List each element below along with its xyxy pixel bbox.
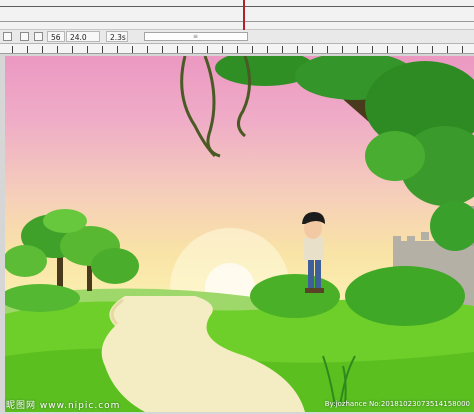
animation-stage[interactable] xyxy=(5,56,474,412)
stage-ruler xyxy=(0,44,474,54)
current-frame-field[interactable]: 56 xyxy=(47,31,65,42)
left-tree-cluster xyxy=(5,209,139,291)
timeline-row-line xyxy=(0,21,474,22)
timeline-row-line xyxy=(0,6,474,7)
watermark-left: 昵图网 www.nipic.com xyxy=(6,401,121,411)
cartoon-scene xyxy=(5,56,474,412)
bush xyxy=(345,266,465,326)
watermark-right: By:jozhance No:20181023073514158000 xyxy=(324,400,470,408)
timeline-layers[interactable] xyxy=(0,0,474,30)
scrollbar-grip-icon[interactable]: ≡ xyxy=(193,33,199,40)
timeline-scrollbar[interactable]: ≡ xyxy=(144,32,248,41)
onion-skin-icon[interactable] xyxy=(3,32,12,41)
playhead[interactable] xyxy=(243,0,245,30)
timeline-toolbar: 56 24.0 fps 2.3s ≡ xyxy=(0,30,474,53)
frame-rate-field[interactable]: 24.0 fps xyxy=(66,31,100,53)
right-big-tree xyxy=(215,56,474,251)
onion-skin-outline-icon[interactable] xyxy=(20,32,29,41)
edit-multiple-frames-icon[interactable] xyxy=(34,32,43,41)
elapsed-time-field[interactable]: 2.3s xyxy=(106,31,128,42)
bush xyxy=(250,274,340,318)
